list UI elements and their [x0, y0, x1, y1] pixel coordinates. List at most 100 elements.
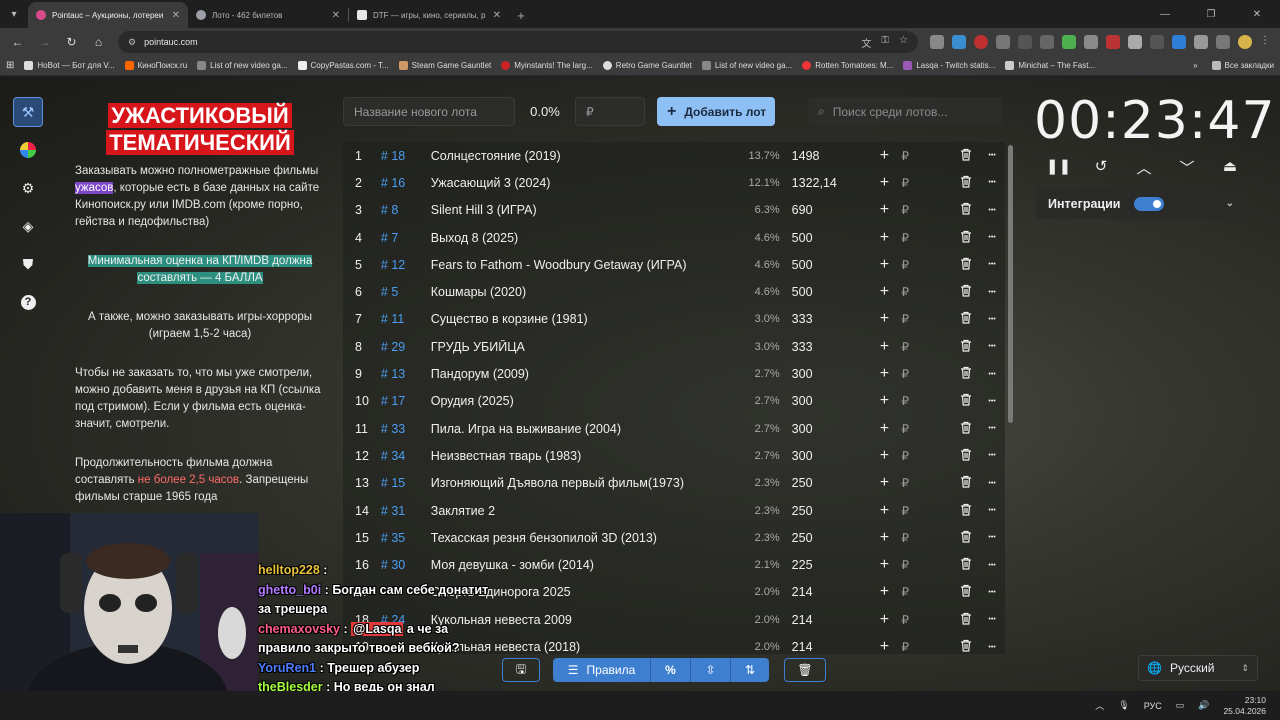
lot-name[interactable]: Пила. Игра на выживание (2004): [431, 422, 730, 436]
reload-button[interactable]: ↻: [60, 30, 83, 54]
add-amount-plus-icon[interactable]: +: [871, 638, 897, 654]
lot-menu-dots-icon[interactable]: •••: [979, 562, 1005, 569]
lot-name[interactable]: Заклятие 2: [431, 504, 730, 518]
tab-pointauc[interactable]: Pointauc – Аукционы, лотереи ✕: [28, 2, 188, 28]
bookmark-item[interactable]: Rotten Tomatoes: M...: [802, 61, 893, 70]
sort-icon[interactable]: ⇅: [731, 658, 769, 682]
lot-id[interactable]: # 29: [381, 340, 431, 354]
tab-dtf[interactable]: DTF — игры, кино, сериалы, р ✕: [349, 2, 509, 28]
add-amount-plus-icon[interactable]: +: [871, 556, 897, 574]
extension-icon[interactable]: [1172, 35, 1186, 49]
delete-lot-trash-icon[interactable]: [953, 584, 979, 600]
add-amount-plus-icon[interactable]: +: [871, 447, 897, 465]
site-info-icon[interactable]: ⚙: [128, 37, 136, 48]
delete-lot-trash-icon[interactable]: [953, 639, 979, 654]
add-amount-input[interactable]: ₽: [897, 531, 953, 545]
extension-icon[interactable]: [996, 35, 1010, 49]
lot-row[interactable]: 14 # 31 Заклятие 2 2.3% 250 + ₽ •••: [343, 497, 1005, 524]
maximize-icon[interactable]: ❐: [1188, 0, 1234, 28]
profile-avatar[interactable]: [1238, 35, 1252, 49]
extension-icon[interactable]: [1062, 35, 1076, 49]
new-lot-name-input[interactable]: Название нового лота: [343, 97, 515, 126]
close-window-icon[interactable]: ✕: [1234, 0, 1280, 28]
lot-row[interactable]: 12 # 34 Неизвестная тварь (1983) 2.7% 300 + ₽ •…: [343, 442, 1005, 469]
lot-name[interactable]: Пандорум (2009): [431, 367, 730, 381]
tab-loto[interactable]: Лото - 462 билетов ✕: [188, 2, 348, 28]
minimize-icon[interactable]: —: [1142, 0, 1188, 28]
add-amount-input[interactable]: ₽: [897, 258, 953, 272]
lot-id[interactable]: # 7: [381, 231, 431, 245]
lot-menu-dots-icon[interactable]: •••: [979, 207, 1005, 214]
add-amount-input[interactable]: ₽: [897, 449, 953, 463]
puzzle-extensions-icon[interactable]: [1194, 35, 1208, 49]
lot-row[interactable]: 6 # 5 Кошмары (2020) 4.6% 500 + ₽ •••: [343, 279, 1005, 306]
tab-search-icon[interactable]: ▾: [0, 0, 28, 28]
lot-id[interactable]: # 35: [381, 531, 431, 545]
extension-icon[interactable]: [952, 35, 966, 49]
add-amount-input[interactable]: ₽: [897, 176, 953, 190]
lot-row[interactable]: 4 # 7 Выход 8 (2025) 4.6% 500 + ₽ •••: [343, 224, 1005, 251]
lot-menu-dots-icon[interactable]: •••: [979, 616, 1005, 623]
address-bar[interactable]: ⚙ pointauc.com 文 ⚿ ☆: [118, 31, 918, 53]
add-amount-plus-icon[interactable]: +: [871, 392, 897, 410]
lot-name[interactable]: Неизвестная тварь (1983): [431, 449, 730, 463]
lot-id[interactable]: # 12: [381, 258, 431, 272]
back-button[interactable]: ←: [6, 30, 29, 54]
extension-icon[interactable]: [974, 35, 988, 49]
add-amount-input[interactable]: ₽: [897, 340, 953, 354]
integrations-toggle[interactable]: [1134, 196, 1165, 211]
reset-icon[interactable]: ↺: [1089, 157, 1113, 178]
menu-dots-icon[interactable]: ⋮: [1260, 35, 1274, 49]
add-amount-input[interactable]: ₽: [897, 367, 953, 381]
add-amount-plus-icon[interactable]: +: [871, 365, 897, 383]
add-amount-plus-icon[interactable]: +: [871, 502, 897, 520]
add-amount-input[interactable]: ₽: [897, 203, 953, 217]
lot-id[interactable]: # 13: [381, 367, 431, 381]
lot-row[interactable]: 11 # 33 Пила. Игра на выживание (2004) 2.7%…: [343, 415, 1005, 442]
add-amount-plus-icon[interactable]: +: [871, 229, 897, 247]
nav-layers-icon[interactable]: ◈: [13, 211, 43, 241]
integrations-panel[interactable]: Интеграции ⌄: [1036, 188, 1246, 219]
add-amount-input[interactable]: ₽: [897, 640, 953, 654]
lot-name[interactable]: Существо в корзине (1981): [431, 312, 730, 326]
delete-lot-trash-icon[interactable]: [953, 421, 979, 437]
add-amount-plus-icon[interactable]: +: [871, 420, 897, 438]
lot-row[interactable]: 5 # 12 Fears to Fathom - Woodbury Getaway …: [343, 251, 1005, 278]
lot-name[interactable]: Выход 8 (2025): [431, 231, 730, 245]
bookmark-item[interactable]: Lasqa - Twitch statis...: [903, 61, 995, 70]
lot-menu-dots-icon[interactable]: •••: [979, 534, 1005, 541]
delete-lot-trash-icon[interactable]: [953, 284, 979, 300]
bookmark-item[interactable]: List of new video ga...: [701, 61, 792, 70]
chevron-down-icon[interactable]: ⌄: [1226, 198, 1234, 209]
bookmark-item[interactable]: Retro Game Gauntlet: [602, 61, 692, 70]
bookmark-item[interactable]: HoBot — Бот для V...: [24, 61, 115, 70]
delete-lot-trash-icon[interactable]: [953, 230, 979, 246]
delete-lot-trash-icon[interactable]: [953, 475, 979, 491]
input-language[interactable]: РУС: [1144, 701, 1162, 711]
new-tab-button[interactable]: +: [509, 2, 533, 28]
lot-row[interactable]: 9 # 13 Пандорум (2009) 2.7% 300 + ₽ •••: [343, 360, 1005, 387]
add-amount-plus-icon[interactable]: +: [871, 256, 897, 274]
add-amount-plus-icon[interactable]: +: [871, 611, 897, 629]
microphone-icon[interactable]: 🎙: [1118, 700, 1129, 711]
lot-row[interactable]: 10 # 17 Орудия (2025) 2.7% 300 + ₽ •••: [343, 388, 1005, 415]
lot-row[interactable]: 1 # 18 Солнцестояние (2019) 13.7% 1498 + ₽ •••: [343, 142, 1005, 169]
subtract-time-chevron-down-icon[interactable]: ﹀: [1175, 157, 1199, 178]
more-bookmarks-icon[interactable]: »: [1193, 61, 1197, 70]
nav-wheel-icon[interactable]: [13, 135, 43, 165]
add-amount-input[interactable]: ₽: [897, 476, 953, 490]
bookmark-star-icon[interactable]: ☆: [899, 35, 908, 50]
extension-icon[interactable]: [1084, 35, 1098, 49]
delete-lot-trash-icon[interactable]: [953, 175, 979, 191]
clear-lots-button[interactable]: 🗑: [784, 658, 826, 682]
compress-rows-icon[interactable]: ⇳: [691, 658, 731, 682]
lot-row[interactable]: 15 # 35 Техасская резня бензопилой 3D (201…: [343, 524, 1005, 551]
add-lot-button[interactable]: + Добавить лот: [657, 97, 775, 126]
add-amount-input[interactable]: ₽: [897, 231, 953, 245]
lot-id[interactable]: # 33: [381, 422, 431, 436]
add-amount-input[interactable]: ₽: [897, 613, 953, 627]
delete-lot-trash-icon[interactable]: [953, 448, 979, 464]
bookmark-item[interactable]: CopyPastas.com - T...: [297, 61, 389, 70]
apps-grid-icon[interactable]: ⊞: [6, 60, 14, 71]
delete-lot-trash-icon[interactable]: [953, 612, 979, 628]
